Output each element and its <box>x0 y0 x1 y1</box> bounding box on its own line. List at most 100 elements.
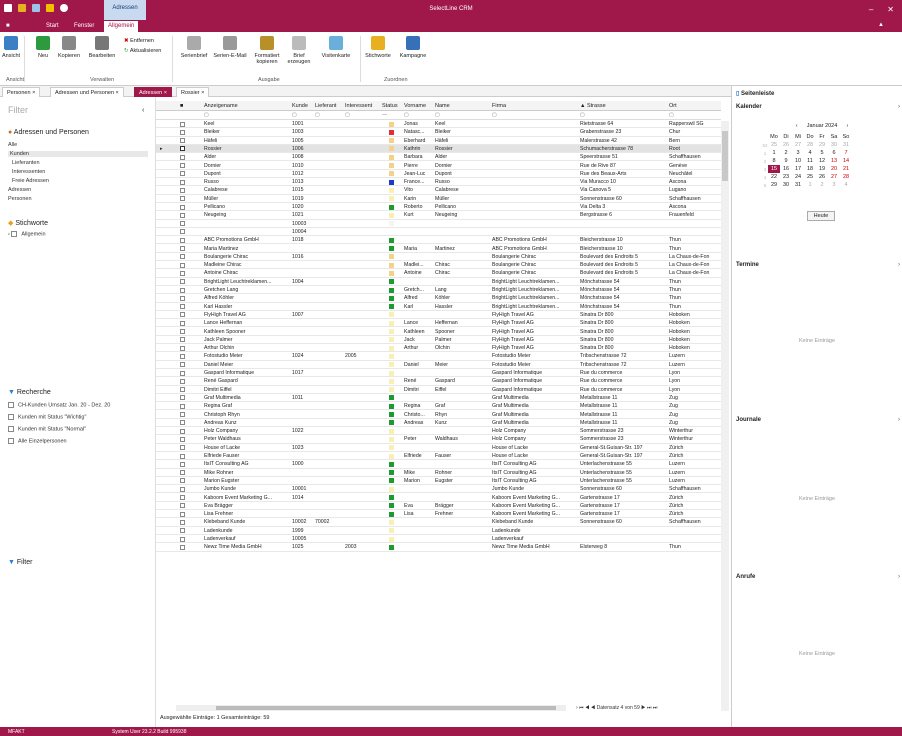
table-row[interactable]: Pellicano 1020 Roberto Pellicano Via Delta 3… <box>156 203 721 212</box>
filter-row[interactable]: ▢ ▢ ▢ ▢ — ▢ ▢ ▢ ▢ ▢ <box>156 111 721 120</box>
row-checkbox[interactable] <box>180 453 185 459</box>
table-row[interactable]: René Gaspard René Gaspard Gaspard Informati… <box>156 377 721 386</box>
row-checkbox[interactable] <box>180 329 185 334</box>
row-checkbox[interactable] <box>180 395 185 401</box>
section-recherche[interactable]: ▼ Recherche <box>8 389 51 396</box>
row-checkbox[interactable] <box>180 179 185 185</box>
tab-rossier[interactable]: Rossier × <box>176 87 210 97</box>
col-firma[interactable]: Firma <box>492 103 506 109</box>
row-checkbox[interactable] <box>180 470 185 476</box>
checkbox[interactable] <box>11 231 18 237</box>
row-checkbox[interactable] <box>180 279 185 285</box>
col-anzeigename[interactable]: Anzeigename <box>204 103 238 109</box>
checkbox[interactable] <box>8 426 14 432</box>
journale-title[interactable]: Journale <box>736 417 761 423</box>
row-checkbox[interactable] <box>180 221 185 227</box>
col-vorname[interactable]: Vorname <box>404 103 426 109</box>
calendar-grid[interactable]: Mo Di Mi Do Fr Sa So 52 25 26 27 28 29 30 31 11234567… <box>762 133 852 189</box>
vertical-scrollbar[interactable] <box>721 121 729 711</box>
row-checkbox[interactable] <box>180 287 185 293</box>
checkbox[interactable] <box>8 438 14 444</box>
row-checkbox[interactable] <box>180 295 185 301</box>
row-checkbox[interactable] <box>180 262 185 268</box>
kopieren-button[interactable]: Kopieren <box>56 36 82 59</box>
sidebar-item-alle[interactable]: Alle <box>8 142 17 148</box>
neu-button[interactable]: Neu <box>34 36 52 59</box>
recherche-item[interactable]: Kunden mit Status "Wichtig" <box>8 414 86 420</box>
select-all-checkbox[interactable]: ■ <box>180 103 183 109</box>
row-checkbox[interactable] <box>180 229 185 235</box>
calendar-title[interactable]: Kalender <box>736 104 762 110</box>
row-checkbox[interactable] <box>180 387 185 393</box>
table-row[interactable]: Lisa Frehner Lisa Frehner Kaboom Event Mark… <box>156 510 721 519</box>
anrufe-title[interactable]: Anrufe <box>736 574 755 580</box>
minimize-button[interactable]: – <box>869 5 873 14</box>
formatiert-kopieren-button[interactable]: Formatiert kopieren <box>250 36 284 65</box>
chevron-right-icon[interactable]: › <box>898 104 900 110</box>
record-navigator[interactable]: › ⏮ ◀ ◀ Datensatz 4 von 59 ▶ ⏭ ⏭ <box>576 705 657 711</box>
table-row[interactable]: Neugeing 1021 Kurt Neugeing Bergstrasse 6 Fra… <box>156 211 721 220</box>
table-row[interactable]: Klebeband Kunde 10002 70002 Klebeband Kunde… <box>156 518 721 527</box>
horizontal-scrollbar[interactable] <box>176 705 566 711</box>
table-row[interactable]: Russo 1013 France... Russo Via Muracco 10 Asc… <box>156 178 721 187</box>
row-checkbox[interactable] <box>180 495 185 500</box>
aktualisieren-button[interactable]: ↻ Aktualisieren <box>124 48 161 54</box>
table-row[interactable]: Maria Martinez Maria Martinez ABC Promotion… <box>156 245 721 253</box>
table-row[interactable]: Graf Multimedia 1011 Graf Multimedia Metall… <box>156 394 721 403</box>
table-row[interactable]: 10003 <box>156 220 721 228</box>
table-row[interactable]: Daniel Meier Daniel Meier Fotostudio Meier T… <box>156 361 721 369</box>
chevron-right-icon[interactable]: › <box>898 574 900 580</box>
table-row[interactable]: Marion Eugster Marion Eugster ItsIT Consult… <box>156 477 721 486</box>
row-checkbox[interactable] <box>180 420 185 426</box>
table-row[interactable]: Gretchen Lang Gretch... Lang BrightLight Le… <box>156 286 721 295</box>
row-checkbox[interactable] <box>180 121 185 127</box>
ansicht-button[interactable]: Ansicht <box>2 36 20 59</box>
row-checkbox[interactable] <box>180 154 185 160</box>
table-row[interactable]: Kaboom Event Marketing G... 1014 Kaboom Ev… <box>156 494 721 502</box>
row-checkbox[interactable] <box>180 187 185 193</box>
menu-fenster[interactable]: Fenster <box>74 23 94 29</box>
sidebar-item-adressen[interactable]: Adressen <box>8 187 31 193</box>
checkbox[interactable] <box>8 402 14 408</box>
row-checkbox[interactable] <box>180 270 185 276</box>
kampagne-button[interactable]: Kampagne <box>396 36 430 59</box>
sidebar-item-lieferanten[interactable]: Lieferanten <box>12 160 40 166</box>
row-checkbox[interactable] <box>180 320 185 326</box>
table-row[interactable]: Alfred Köhler Alfred Köhler BrightLight Leu… <box>156 294 721 303</box>
row-checkbox[interactable] <box>180 519 185 525</box>
sidebar-item-allgemein[interactable]: › Allgemein <box>8 231 46 237</box>
table-row[interactable]: ▸ Rossier 1006 Kathrin Rossier Schumacherstra… <box>156 144 721 154</box>
row-checkbox[interactable] <box>180 412 185 417</box>
table-row[interactable]: Jumbo Kunde 10001 Jumbo Kunde Sonnenstrasse… <box>156 485 721 494</box>
table-row[interactable]: Dimitri Eiffel Dimitri Eiffel Gaspard Infor… <box>156 386 721 394</box>
table-row[interactable]: Regina Graf Regina Graf Graf Multimedia Meta… <box>156 402 721 411</box>
col-ort[interactable]: Ort <box>669 103 677 109</box>
table-row[interactable]: ABC Promotions GmbH 1018 ABC Promotions Gm… <box>156 236 721 245</box>
checkbox[interactable] <box>8 414 14 420</box>
section-stichworte[interactable]: ◆ Stichworte <box>8 219 48 227</box>
collapse-icon[interactable]: ‹ <box>142 107 144 114</box>
row-checkbox[interactable] <box>180 461 185 467</box>
row-checkbox[interactable] <box>180 163 185 168</box>
table-row[interactable]: Dupont 1012 Jean-Luc Dupont Rue des Beaux-Ar… <box>156 170 721 179</box>
table-row[interactable]: Jack Palmer Jack Palmer FlyHigh Travel AG Si… <box>156 336 721 345</box>
section-adressen-personen[interactable]: ● Adressen und Personen <box>8 129 89 136</box>
recherche-item[interactable]: Kunden mit Status "Normal" <box>8 426 86 432</box>
next-month-button[interactable]: › <box>846 123 848 129</box>
row-checkbox[interactable] <box>180 378 185 384</box>
row-checkbox[interactable] <box>180 544 185 550</box>
brief-erzeugen-button[interactable]: Brief erzeugen <box>286 36 312 65</box>
tab-adressen-und-personen[interactable]: Adressen und Personen × <box>50 87 124 97</box>
row-checkbox[interactable] <box>180 196 185 202</box>
row-checkbox[interactable] <box>180 353 185 359</box>
table-row[interactable]: FlyHigh Travel AG 1007 FlyHigh Travel AG Si… <box>156 311 721 320</box>
prev-month-button[interactable]: ‹ <box>796 123 798 129</box>
table-row[interactable]: Ladenverkauf 10005 Ladenverkauf <box>156 535 721 544</box>
row-checkbox[interactable] <box>180 246 185 251</box>
row-checkbox[interactable] <box>180 129 185 135</box>
row-checkbox[interactable] <box>180 146 185 152</box>
row-checkbox[interactable] <box>180 445 185 451</box>
row-checkbox[interactable] <box>180 503 185 509</box>
row-checkbox[interactable] <box>180 436 185 442</box>
row-checkbox[interactable] <box>180 428 185 434</box>
